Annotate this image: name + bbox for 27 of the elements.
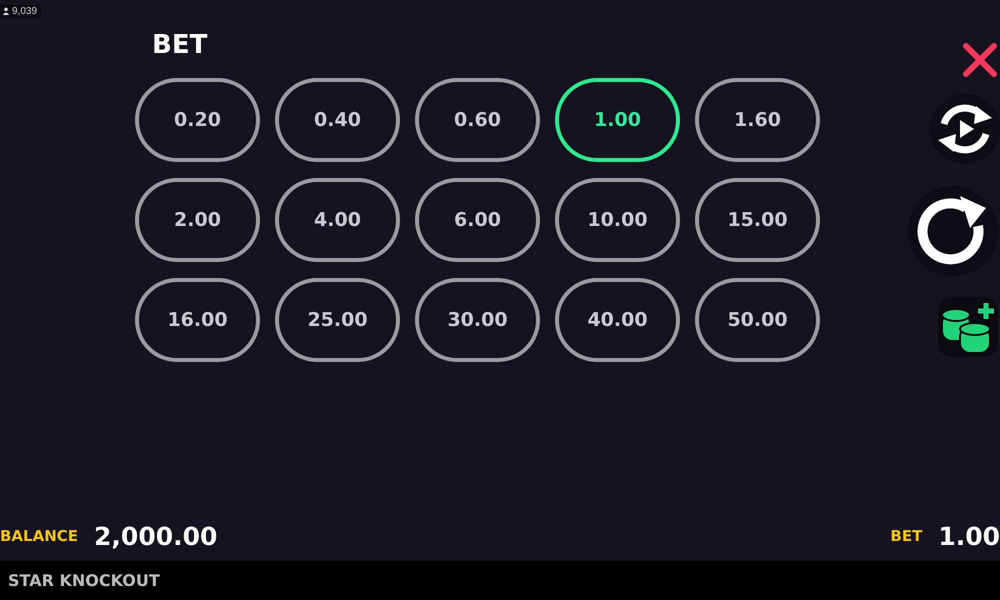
bet-option[interactable]: 0.20 (135, 78, 260, 162)
player-count-text: 9,039 (12, 6, 38, 16)
close-icon[interactable] (963, 43, 997, 77)
bet-option[interactable]: 4.00 (275, 178, 400, 262)
spin-icon[interactable] (908, 186, 998, 276)
bet-option[interactable]: 15.00 (695, 178, 820, 262)
bet-value: 1.00 (938, 522, 1000, 550)
bet-option[interactable]: 1.00 (555, 78, 680, 162)
bet-option[interactable]: 30.00 (415, 278, 540, 362)
bet-label: BET (890, 527, 922, 545)
bet-option[interactable]: 16.00 (135, 278, 260, 362)
bet-option[interactable]: 50.00 (695, 278, 820, 362)
bet-option[interactable]: 0.40 (275, 78, 400, 162)
bet-option[interactable]: 0.60 (415, 78, 540, 162)
bet-option[interactable]: 40.00 (555, 278, 680, 362)
balance-label: BALANCE (0, 527, 78, 545)
game-name: STAR KNOCKOUT (8, 571, 160, 590)
autoplay-icon[interactable] (930, 94, 1000, 164)
bet-option[interactable]: 1.60 (695, 78, 820, 162)
balance-value: 2,000.00 (94, 522, 218, 550)
bet-option[interactable]: 25.00 (275, 278, 400, 362)
bet-title: BET (152, 30, 208, 62)
bet-option[interactable]: 6.00 (415, 178, 540, 262)
bet-option[interactable]: 10.00 (555, 178, 680, 262)
coins-icon[interactable] (938, 297, 998, 357)
bet-option[interactable]: 2.00 (135, 178, 260, 262)
person-icon (2, 7, 10, 15)
